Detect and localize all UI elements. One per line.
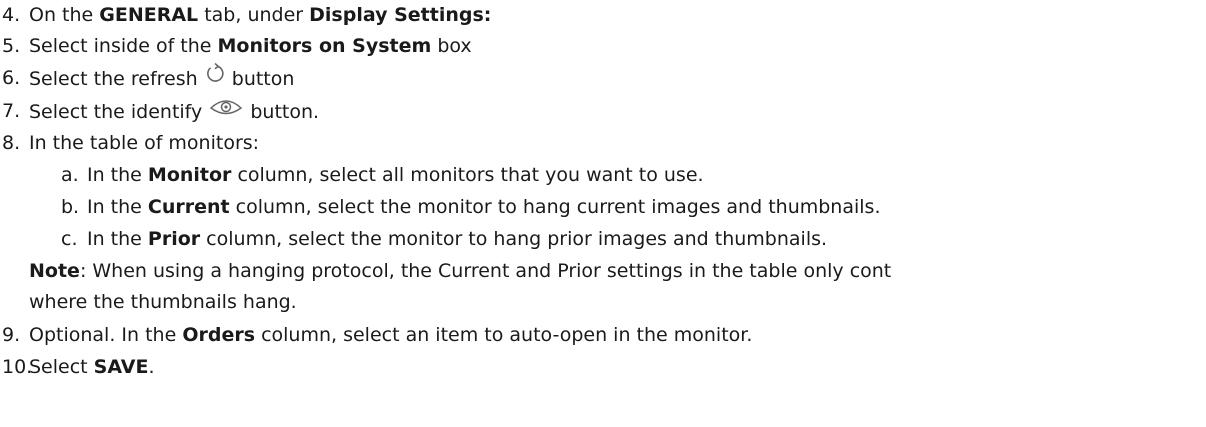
substep-text: In the Current column, select the monito…: [87, 196, 881, 218]
refresh-icon: [204, 62, 226, 91]
step-text: Optional. In the Orders column, select a…: [29, 324, 753, 346]
eye-icon: [208, 95, 244, 124]
substep-text: In the Monitor column, select all monito…: [87, 164, 704, 186]
step-text: Select the refresh button: [29, 62, 294, 94]
box-name: Monitors on System: [217, 35, 432, 57]
column-name: Prior: [147, 228, 201, 250]
tab-name: GENERAL: [99, 4, 199, 26]
note-label: Note: [29, 260, 80, 282]
button-name: SAVE: [93, 356, 149, 378]
column-name: Monitor: [147, 164, 232, 186]
column-name: Orders: [182, 324, 256, 346]
column-name: Current: [147, 196, 230, 218]
note-text: Note: When using a hanging protocol, the…: [29, 260, 892, 282]
substep-text: In the Prior column, select the monitor …: [87, 228, 828, 250]
step-text: On the GENERAL tab, under Display Settin…: [29, 4, 492, 26]
section-name: Display Settings:: [309, 4, 492, 26]
substep-letter: b.: [61, 196, 80, 218]
instructions-document: 4. On the GENERAL tab, under Display Set…: [0, 0, 1206, 427]
substep-letter: c.: [61, 228, 78, 250]
step-text: Select inside of the Monitors on System …: [29, 35, 472, 57]
step-text: Select SAVE.: [29, 356, 155, 378]
substep-letter: a.: [61, 164, 79, 186]
note-text: where the thumbnails hang.: [29, 291, 297, 313]
step-text: Select the identify button.: [29, 98, 319, 127]
step-text: In the table of monitors:: [29, 132, 260, 154]
